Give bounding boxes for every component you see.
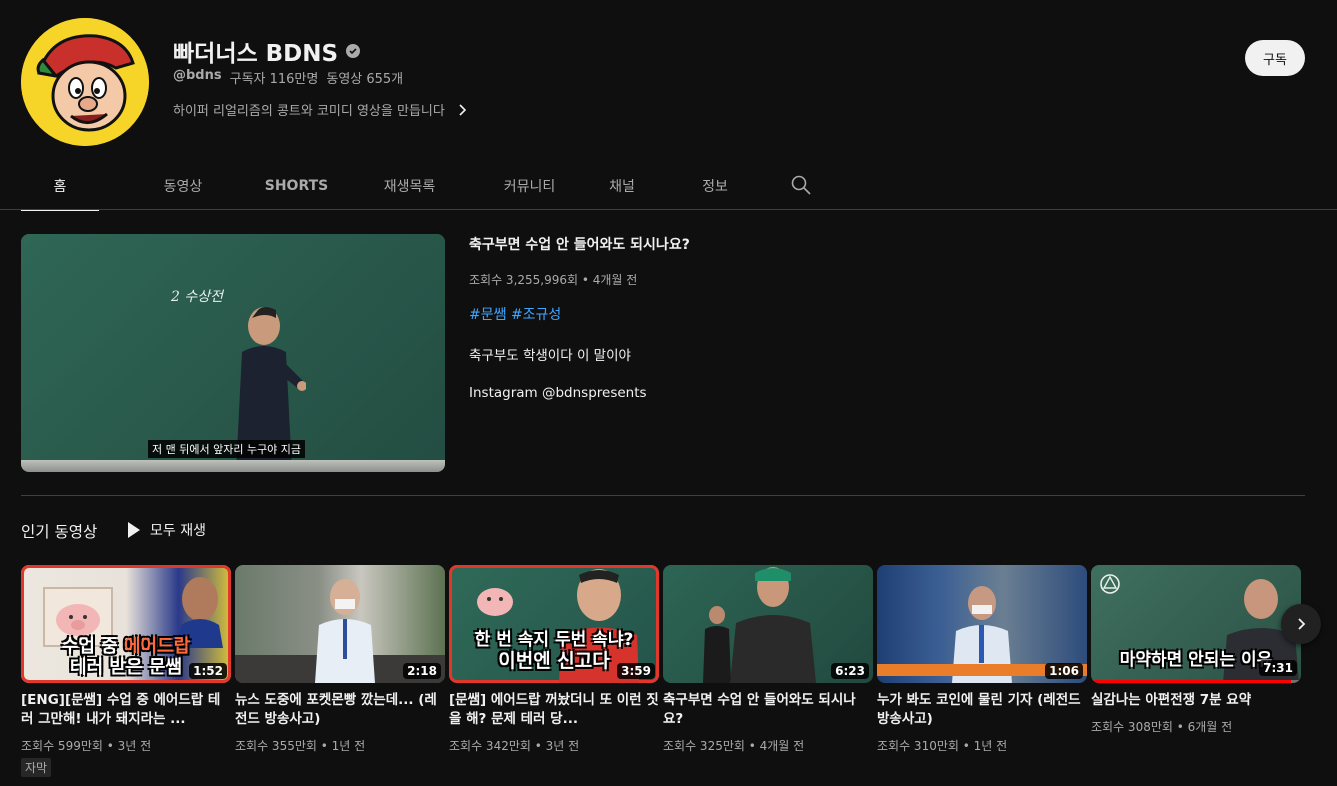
video-thumbnail[interactable]: 6:23 [663, 565, 873, 683]
video-duration: 2:18 [403, 663, 441, 679]
video-meta: 조회수 355만회 • 1년 전 [235, 739, 366, 753]
tab-home[interactable]: 홈 [21, 162, 99, 211]
verified-icon [346, 44, 361, 58]
video-duration: 3:59 [617, 663, 655, 679]
tab-videos[interactable]: 동영상 [129, 162, 237, 210]
captions-badge: 자막 [21, 758, 52, 777]
carousel-next-button[interactable] [1281, 604, 1321, 644]
overlay-text-part: 수업 중 [61, 636, 124, 657]
video-duration: 1:06 [1045, 663, 1083, 679]
video-title[interactable]: 축구부면 수업 안 들어와도 되시나요? [663, 691, 873, 729]
channel-description[interactable]: 하이퍼 리얼리즘의 콩트와 코미디 영상을 만듭니다 [173, 100, 469, 119]
tab-about[interactable]: 정보 [680, 162, 750, 210]
video-duration: 6:23 [831, 663, 869, 679]
video-thumbnail[interactable]: 마약하면 안되는 이유 7:31 [1091, 565, 1301, 683]
watch-progress-bar [1091, 680, 1301, 683]
featured-video-description-line: Instagram @bdnspresents [469, 385, 647, 401]
tab-label: 재생목록 [383, 179, 436, 195]
play-all-label: 모두 재생 [150, 523, 206, 539]
video-meta: 조회수 325만회 • 4개월 전 [663, 739, 805, 753]
tab-label: 동영상 [163, 179, 203, 195]
tab-community[interactable]: 커뮤니티 [482, 162, 577, 210]
overlay-text-part: 테러 받은 문쌤 [70, 656, 182, 678]
channel-avatar [21, 18, 149, 146]
board-ledge [21, 460, 445, 472]
video-count: 동영상 655개 [326, 72, 404, 87]
overlay-text-part: 마약하면 안되는 이유 [1119, 650, 1273, 670]
watch-progress-fill [1091, 680, 1291, 683]
video-card[interactable]: 2:18 뉴스 도중에 포켓몬빵 깠는데... (레전드 방송사고) 조회수 3… [235, 565, 445, 754]
tab-label: 커뮤니티 [503, 179, 556, 195]
video-card[interactable]: 6:23 축구부면 수업 안 들어와도 되시나요? 조회수 325만회 • 4개… [663, 565, 873, 754]
overlay-text-part: 이번엔 신고다 [498, 649, 610, 672]
featured-video-meta: 조회수 3,255,996회 • 4개월 전 [469, 273, 638, 287]
tab-label: 홈 [53, 179, 67, 195]
tab-shorts[interactable]: SHORTS [249, 162, 344, 210]
video-title[interactable]: [ENG][문쌤] 수업 중 에어드랍 테러 그만해! 내가 돼지라는 ... [21, 691, 231, 729]
tab-label: 채널 [609, 179, 635, 195]
tabs-divider [0, 209, 1337, 210]
chevron-right-icon [1298, 618, 1306, 630]
channel-handle: @bdns [173, 68, 222, 83]
thumbnail-caption: 저 맨 뒤에서 앞자리 누구야 지금 [148, 440, 306, 458]
video-duration: 7:31 [1259, 660, 1297, 676]
channel-meta: @bdns 구독자 116만명 동영상 655개 [173, 68, 403, 87]
play-icon [128, 522, 140, 538]
channel-tabs: 홈 동영상 SHORTS 재생목록 커뮤니티 채널 정보 [21, 162, 750, 211]
play-all-button[interactable]: 모두 재생 [128, 520, 206, 540]
video-meta: 조회수 308만회 • 6개월 전 [1091, 720, 1233, 734]
video-thumbnail[interactable]: 2:18 [235, 565, 445, 683]
overlay-text-part: 한 번 속지 두번 속냐? [474, 630, 634, 650]
tab-playlists[interactable]: 재생목록 [362, 162, 457, 210]
board-text: 2 수상전 [171, 289, 223, 305]
section-divider [21, 495, 1305, 496]
featured-video-thumbnail[interactable]: 2 수상전 저 맨 뒤에서 앞자리 누구야 지금 [21, 234, 445, 472]
featured-video-title[interactable]: 축구부면 수업 안 들어와도 되시나요? [469, 234, 690, 254]
video-duration: 1:52 [189, 663, 227, 679]
video-thumbnail[interactable]: 1:06 [877, 565, 1087, 683]
video-card[interactable]: 수업 중 에어드랍 테러 받은 문쌤 1:52 [ENG][문쌤] 수업 중 에… [21, 565, 231, 777]
section-title: 인기 동영상 [21, 523, 98, 541]
featured-video-description-line: 축구부도 학생이다 이 말이야 [469, 348, 631, 364]
subscribe-button[interactable]: 구독 [1245, 40, 1305, 76]
chevron-right-icon [459, 103, 466, 116]
featured-video-hashtags[interactable]: #문쌤 #조규성 [469, 304, 561, 324]
video-thumbnail[interactable]: 한 번 속지 두번 속냐? 이번엔 신고다 3:59 [449, 565, 659, 683]
video-meta: 조회수 310만회 • 1년 전 [877, 739, 1008, 753]
video-title[interactable]: 뉴스 도중에 포켓몬빵 깠는데... (레전드 방송사고) [235, 691, 445, 729]
video-title[interactable]: [문쌤] 에어드랍 꺼놨더니 또 이런 짓을 해? 문제 테러 당... [449, 691, 659, 729]
video-card[interactable]: 1:06 누가 봐도 코인에 물린 기자 (레전드 방송사고) 조회수 310만… [877, 565, 1087, 754]
channel-name: 빠더너스 BDNS [173, 34, 361, 68]
video-meta: 조회수 599만회 • 3년 전 [21, 739, 152, 753]
tab-label: SHORTS [264, 178, 329, 194]
video-title[interactable]: 실감나는 아편전쟁 7분 요약 [1091, 691, 1301, 710]
tab-label: 정보 [702, 179, 728, 195]
channel-description-text: 하이퍼 리얼리즘의 콩트와 코미디 영상을 만듭니다 [173, 104, 445, 119]
tab-channels[interactable]: 채널 [587, 162, 657, 210]
video-thumbnail[interactable]: 수업 중 에어드랍 테러 받은 문쌤 1:52 [21, 565, 231, 683]
video-meta: 조회수 342만회 • 3년 전 [449, 739, 580, 753]
video-card[interactable]: 한 번 속지 두번 속냐? 이번엔 신고다 3:59 [문쌤] 에어드랍 꺼놨더… [449, 565, 659, 754]
openai-logo-icon [1100, 574, 1120, 594]
overlay-highlight: 에어드랍 [123, 636, 191, 657]
video-card[interactable]: 마약하면 안되는 이유 7:31 실감나는 아편전쟁 7분 요약 조회수 308… [1091, 565, 1301, 735]
channel-name-text: 빠더너스 BDNS [173, 41, 339, 67]
search-icon[interactable] [790, 174, 812, 196]
subscriber-count: 구독자 116만명 [229, 72, 319, 87]
video-title[interactable]: 누가 봐도 코인에 물린 기자 (레전드 방송사고) [877, 691, 1087, 729]
